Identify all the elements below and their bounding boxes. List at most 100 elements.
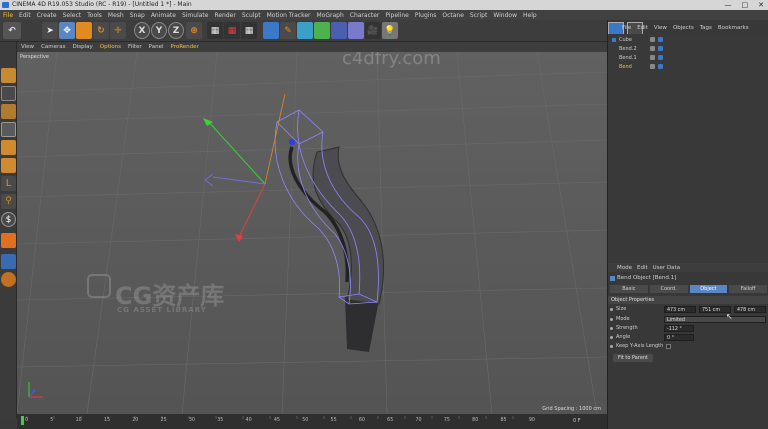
x-axis-button[interactable]: X	[134, 22, 150, 39]
floor-icon[interactable]	[348, 22, 364, 39]
viewport-menu-options[interactable]: Options	[100, 44, 121, 50]
tab-coord[interactable]: Coord.	[649, 285, 688, 293]
menu-sculpt[interactable]: Sculpt	[242, 12, 261, 19]
minimize-button[interactable]: —	[725, 1, 732, 9]
om-menu-file[interactable]: File	[622, 25, 631, 31]
model-mode-icon[interactable]	[1, 122, 16, 137]
om-menu-objects[interactable]: Objects	[673, 25, 694, 31]
lock-workplane-icon[interactable]	[1, 254, 16, 269]
texture-mode-icon[interactable]	[1, 104, 16, 119]
z-axis-button[interactable]: Z	[168, 22, 184, 39]
tab-basic[interactable]: Basic	[610, 285, 648, 293]
menu-mesh[interactable]: Mesh	[108, 12, 124, 19]
snap-icon[interactable]: $	[1, 212, 16, 227]
checker-texture-icon[interactable]	[1, 86, 16, 101]
coordinate-system-icon[interactable]: ⊕	[186, 22, 202, 39]
menu-script[interactable]: Script	[470, 12, 487, 19]
visibility-icon[interactable]	[650, 55, 655, 60]
param-dot-icon[interactable]	[610, 336, 613, 339]
menu-plugins[interactable]: Plugins	[415, 12, 437, 19]
menu-tools[interactable]: Tools	[87, 12, 102, 19]
points-mode-icon[interactable]	[1, 140, 16, 155]
close-button[interactable]: ✕	[758, 1, 764, 9]
viewport-menu-display[interactable]: Display	[73, 44, 93, 50]
om-menu-view[interactable]: View	[654, 25, 667, 31]
object-row-bend-1[interactable]: Bend.1	[608, 54, 768, 62]
light-icon[interactable]: 💡	[382, 22, 398, 39]
menu-select[interactable]: Select	[63, 12, 82, 19]
angle-field[interactable]: 0 °	[664, 334, 694, 341]
subdivision-surface-icon[interactable]	[297, 22, 313, 39]
size-x-field[interactable]: 473 cm	[664, 306, 696, 313]
edges-mode-icon[interactable]	[1, 158, 16, 173]
om-menu-edit[interactable]: Edit	[637, 25, 648, 31]
param-dot-icon[interactable]	[610, 345, 613, 348]
deformer-icon[interactable]	[331, 22, 347, 39]
param-dot-icon[interactable]	[610, 327, 613, 330]
param-dot-icon[interactable]	[610, 318, 613, 321]
deformer-tag-icon[interactable]	[658, 55, 663, 60]
menu-render[interactable]: Render	[214, 12, 235, 19]
menu-edit[interactable]: Edit	[19, 12, 31, 19]
menu-animate[interactable]: Animate	[151, 12, 176, 19]
menu-window[interactable]: Window	[493, 12, 517, 19]
viewport-menu-panel[interactable]: Panel	[149, 44, 164, 50]
solo-icon[interactable]	[1, 272, 16, 287]
size-z-field[interactable]: 478 cm	[734, 306, 766, 313]
transform-tool-icon[interactable]: ✛	[110, 22, 126, 39]
object-row-cube[interactable]: Cube	[608, 36, 768, 44]
pen-spline-icon[interactable]: ✎	[280, 22, 296, 39]
y-axis-button[interactable]: Y	[151, 22, 167, 39]
camera-icon[interactable]: 🎥	[365, 22, 381, 39]
scale-tool-icon[interactable]	[76, 22, 92, 39]
visibility-icon[interactable]	[650, 64, 655, 69]
menu-pipeline[interactable]: Pipeline	[385, 12, 408, 19]
cloner-icon[interactable]	[314, 22, 330, 39]
select-arrow-icon[interactable]: ➤	[42, 22, 58, 39]
deformer-tag-icon[interactable]	[658, 64, 663, 69]
tab-object[interactable]: Object	[689, 285, 728, 293]
viewport-menu-filter[interactable]: Filter	[128, 44, 142, 50]
tab-falloff[interactable]: Falloff	[729, 285, 767, 293]
maximize-button[interactable]: □	[742, 1, 749, 9]
menu-motion-tracker[interactable]: Motion Tracker	[267, 12, 311, 19]
tweak-mode-icon[interactable]: ⚲	[1, 194, 16, 209]
viewport-menu-prorender[interactable]: ProRender	[171, 44, 199, 50]
object-row-bend-2[interactable]: Bend.2	[608, 45, 768, 53]
keep-y-axis-checkbox[interactable]	[666, 344, 671, 349]
am-menu-user-data[interactable]: User Data	[653, 265, 680, 271]
render-view-icon[interactable]: ▦	[207, 22, 223, 39]
param-dot-icon[interactable]	[610, 308, 613, 311]
am-menu-mode[interactable]: Mode	[617, 265, 632, 271]
am-menu-edit[interactable]: Edit	[637, 265, 648, 271]
menu-mograph[interactable]: MoGraph	[317, 12, 344, 19]
phong-tag-icon[interactable]	[658, 37, 663, 42]
undo-icon[interactable]: ↶	[3, 22, 21, 39]
fit-to-parent-button[interactable]: Fit to Parent	[613, 354, 653, 362]
object-row-bend[interactable]: Bend	[608, 63, 768, 71]
om-menu-bookmarks[interactable]: Bookmarks	[718, 25, 749, 31]
cube-primitive-icon[interactable]	[263, 22, 279, 39]
menu-character[interactable]: Character	[350, 12, 380, 19]
visibility-icon[interactable]	[650, 46, 655, 51]
viewport-menu-cameras[interactable]: Cameras	[41, 44, 65, 50]
menu-create[interactable]: Create	[37, 12, 57, 19]
render-picture-viewer-icon[interactable]: ▦	[224, 22, 240, 39]
strength-field[interactable]: -112 °	[664, 325, 694, 332]
make-editable-icon[interactable]	[1, 68, 16, 83]
render-settings-icon[interactable]: ▦	[241, 22, 257, 39]
viewport-menu-view[interactable]: View	[21, 44, 34, 50]
rotate-tool-icon[interactable]: ↻	[93, 22, 109, 39]
visibility-icon[interactable]	[650, 37, 655, 42]
menu-snap[interactable]: Snap	[130, 12, 145, 19]
menu-file[interactable]: File	[3, 12, 13, 19]
mode-dropdown[interactable]: Limited	[664, 316, 766, 323]
menu-octane[interactable]: Octane	[442, 12, 464, 19]
workplane-icon[interactable]	[1, 233, 16, 248]
axis-mode-icon[interactable]: L	[1, 176, 16, 191]
move-tool-icon[interactable]: ✥	[59, 22, 75, 39]
deformer-tag-icon[interactable]	[658, 46, 663, 51]
menu-help[interactable]: Help	[523, 12, 537, 19]
perspective-viewport[interactable]: Perspective Grid Spacing : 1000 cm c4dfr…	[17, 52, 607, 414]
om-menu-tags[interactable]: Tags	[700, 25, 712, 31]
